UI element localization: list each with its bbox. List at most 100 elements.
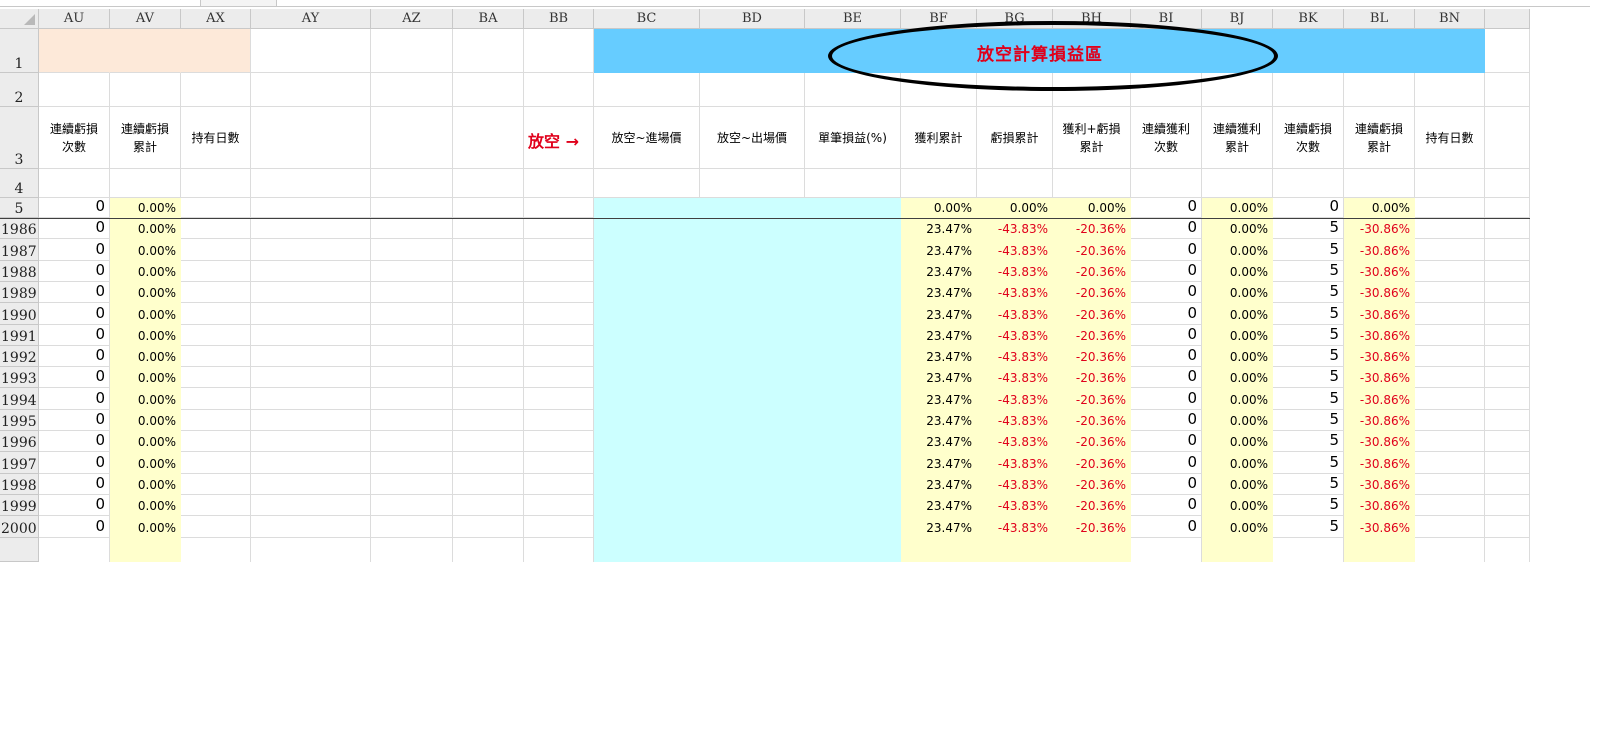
cell-ay-partial[interactable] xyxy=(251,538,371,562)
cell-bn-1986[interactable] xyxy=(1415,218,1485,239)
cell-au-2000[interactable]: 0 xyxy=(39,516,110,538)
cell-au-4[interactable] xyxy=(39,169,110,198)
cell-ba-1995[interactable] xyxy=(453,410,524,431)
cell-tail-1990[interactable] xyxy=(1485,303,1530,325)
cell-bk-1990[interactable]: 5 xyxy=(1273,303,1344,325)
cell-bf-1986[interactable]: 23.47% xyxy=(901,218,977,239)
cell-bl-1996[interactable]: -30.86% xyxy=(1344,431,1415,452)
cell-ax-1987[interactable] xyxy=(181,239,251,261)
cell-av-1990[interactable]: 0.00% xyxy=(110,303,181,325)
cell-bd-1991[interactable] xyxy=(700,325,805,346)
cell-au-1991[interactable]: 0 xyxy=(39,325,110,346)
cell-bn-1993[interactable] xyxy=(1415,367,1485,388)
row-header-1988[interactable]: 1988 xyxy=(0,261,39,282)
cell-bk-1991[interactable]: 5 xyxy=(1273,325,1344,346)
cell-av-1991[interactable]: 0.00% xyxy=(110,325,181,346)
cell-bc-1995[interactable] xyxy=(594,410,700,431)
cell-ay-1987[interactable] xyxy=(251,239,371,261)
cell-bn-1990[interactable] xyxy=(1415,303,1485,325)
cell-bc-1987[interactable] xyxy=(594,239,700,261)
cell-bk-1987[interactable]: 5 xyxy=(1273,239,1344,261)
cell-bl-1990[interactable]: -30.86% xyxy=(1344,303,1415,325)
cell-be-1996[interactable] xyxy=(805,431,901,452)
cell-az-5[interactable] xyxy=(371,198,453,218)
cell-ba-1990[interactable] xyxy=(453,303,524,325)
cell-tail-1999[interactable] xyxy=(1485,495,1530,516)
cell-bg-2000[interactable]: -43.83% xyxy=(977,516,1053,538)
cell-bj-1992[interactable]: 0.00% xyxy=(1202,346,1273,367)
cell-bj-1988[interactable]: 0.00% xyxy=(1202,261,1273,282)
cell-ay-1993[interactable] xyxy=(251,367,371,388)
cell-av-1989[interactable]: 0.00% xyxy=(110,282,181,303)
cell-bi-1993[interactable]: 0 xyxy=(1131,367,1202,388)
cell-au-1[interactable] xyxy=(39,29,110,73)
cell-ay-1992[interactable] xyxy=(251,346,371,367)
cell-au-1986[interactable]: 0 xyxy=(39,218,110,239)
column-header-au[interactable]: AU xyxy=(39,9,110,29)
cell-tail-1991[interactable] xyxy=(1485,325,1530,346)
cell-ay-1994[interactable] xyxy=(251,388,371,410)
cell-bk-1994[interactable]: 5 xyxy=(1273,388,1344,410)
cell-bh-1993[interactable]: -20.36% xyxy=(1053,367,1131,388)
cell-az-1998[interactable] xyxy=(371,474,453,495)
cell-av-1997[interactable]: 0.00% xyxy=(110,452,181,474)
cell-bf-1988[interactable]: 23.47% xyxy=(901,261,977,282)
cell-az-2[interactable] xyxy=(371,73,453,107)
cell-av-1992[interactable]: 0.00% xyxy=(110,346,181,367)
column-header-bd[interactable]: BD xyxy=(700,9,805,29)
cell-bb-1991[interactable] xyxy=(524,325,594,346)
cell-bn-1991[interactable] xyxy=(1415,325,1485,346)
cell-au-1987[interactable]: 0 xyxy=(39,239,110,261)
cell-bk-1993[interactable]: 5 xyxy=(1273,367,1344,388)
cell-bg-1998[interactable]: -43.83% xyxy=(977,474,1053,495)
row-header-1995[interactable]: 1995 xyxy=(0,410,39,431)
cell-av-1998[interactable]: 0.00% xyxy=(110,474,181,495)
cell-ax-1998[interactable] xyxy=(181,474,251,495)
cell-bf-partial[interactable] xyxy=(901,538,977,562)
cell-bd-1987[interactable] xyxy=(700,239,805,261)
cell-bj-1998[interactable]: 0.00% xyxy=(1202,474,1273,495)
cell-bg-1994[interactable]: -43.83% xyxy=(977,388,1053,410)
cell-bf-1991[interactable]: 23.47% xyxy=(901,325,977,346)
cell-bg-1989[interactable]: -43.83% xyxy=(977,282,1053,303)
cell-ay-1999[interactable] xyxy=(251,495,371,516)
cell-bd-1989[interactable] xyxy=(700,282,805,303)
cell-tail-1986[interactable] xyxy=(1485,218,1530,239)
cell-be-1991[interactable] xyxy=(805,325,901,346)
cell-ax-1997[interactable] xyxy=(181,452,251,474)
cell-be-1990[interactable] xyxy=(805,303,901,325)
cell-bl-1997[interactable]: -30.86% xyxy=(1344,452,1415,474)
cell-ba-4[interactable] xyxy=(453,169,524,198)
cell-bf-1999[interactable]: 23.47% xyxy=(901,495,977,516)
cell-az-1999[interactable] xyxy=(371,495,453,516)
cell-be-1995[interactable] xyxy=(805,410,901,431)
cell-bb-1987[interactable] xyxy=(524,239,594,261)
cell-av-1987[interactable]: 0.00% xyxy=(110,239,181,261)
cell-bj-1987[interactable]: 0.00% xyxy=(1202,239,1273,261)
column-header-bc[interactable]: BC xyxy=(594,9,700,29)
cell-bh-1997[interactable]: -20.36% xyxy=(1053,452,1131,474)
cell-bb-1997[interactable] xyxy=(524,452,594,474)
cell-bj-1995[interactable]: 0.00% xyxy=(1202,410,1273,431)
cell-bc-1996[interactable] xyxy=(594,431,700,452)
cell-av-2[interactable] xyxy=(110,73,181,107)
cell-be-2000[interactable] xyxy=(805,516,901,538)
cell-az-1992[interactable] xyxy=(371,346,453,367)
cell-bc-1994[interactable] xyxy=(594,388,700,410)
cell-bl-2[interactable] xyxy=(1344,73,1415,107)
cell-bh-1998[interactable]: -20.36% xyxy=(1053,474,1131,495)
cell-bd-5[interactable] xyxy=(700,198,805,218)
cell-bb-partial[interactable] xyxy=(524,538,594,562)
cell-az-1996[interactable] xyxy=(371,431,453,452)
cell-ax-1994[interactable] xyxy=(181,388,251,410)
cell-bj-5[interactable]: 0.00% xyxy=(1202,198,1273,218)
cell-au-1990[interactable]: 0 xyxy=(39,303,110,325)
cell-ba-1986[interactable] xyxy=(453,218,524,239)
cell-be-1992[interactable] xyxy=(805,346,901,367)
cell-bh-2000[interactable]: -20.36% xyxy=(1053,516,1131,538)
cell-bb-1996[interactable] xyxy=(524,431,594,452)
cell-ay-3[interactable] xyxy=(251,107,371,169)
cell-ax-1993[interactable] xyxy=(181,367,251,388)
cell-av-partial[interactable] xyxy=(110,538,181,562)
cell-bj-1990[interactable]: 0.00% xyxy=(1202,303,1273,325)
